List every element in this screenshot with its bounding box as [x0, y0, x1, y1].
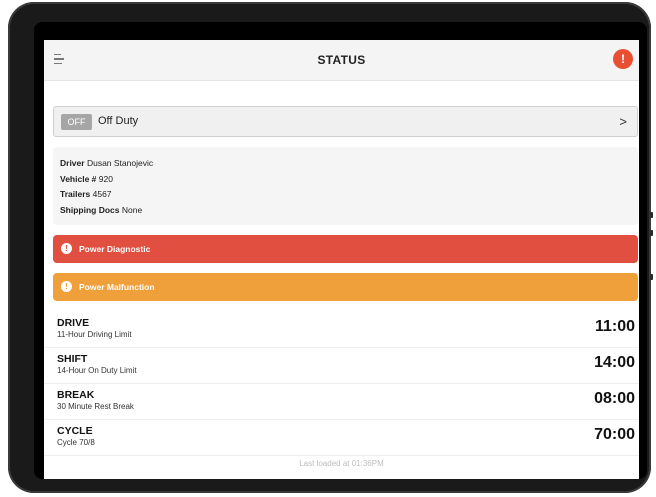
shipping-docs-label: Shipping Docs — [60, 204, 120, 215]
clock-name: SHIFT — [57, 353, 88, 365]
clock-description: 11-Hour Driving Limit — [57, 330, 132, 339]
trailers-row: Trailers 4567 — [60, 187, 631, 203]
warning-icon: ! — [61, 243, 72, 254]
duty-status-badge: OFF — [61, 114, 92, 130]
clock-row-shift: SHIFT 14-Hour On Duty Limit 14:00 — [44, 347, 639, 384]
power-malfunction-banner[interactable]: ! Power Malfunction — [53, 273, 638, 301]
clock-time: 14:00 — [594, 354, 635, 371]
clock-row-cycle: CYCLE Cycle 70/8 70:00 — [44, 419, 639, 456]
trailers-value: 4567 — [92, 189, 112, 199]
driver-row: Driver Dusan Stanojevic — [60, 156, 631, 172]
vehicle-label: Vehicle # — [60, 173, 97, 184]
vehicle-value: 920 — [98, 173, 113, 184]
last-loaded-text: Last loaded at 01:36PM — [299, 459, 384, 468]
vehicle-row: Vehicle # 920 — [60, 172, 631, 188]
driver-label: Driver — [60, 158, 85, 168]
driver-value: Dusan Stanojevic — [86, 158, 154, 168]
power-diagnostic-banner[interactable]: ! Power Diagnostic — [53, 235, 638, 263]
clock-description: 14-Hour On Duty Limit — [57, 366, 137, 375]
chevron-right-icon: > — [619, 114, 627, 129]
clock-row-drive: DRIVE 11-Hour Driving Limit 11:00 — [44, 311, 639, 348]
app-view: STATUS ! OFF Off Duty > Driver Dusan Sta… — [44, 40, 639, 479]
clock-name: DRIVE — [57, 317, 90, 329]
driver-info-card: Driver Dusan Stanojevic Vehicle # 920 Tr… — [53, 147, 638, 225]
clock-time: 11:00 — [594, 318, 635, 335]
banner-label: Power Malfunction — [79, 282, 155, 292]
clock-time: 70:00 — [594, 426, 635, 443]
shipping-docs-value: None — [121, 204, 143, 215]
page-title: STATUS — [317, 53, 366, 67]
side-button — [650, 212, 653, 218]
alert-icon[interactable]: ! — [613, 49, 633, 69]
side-button — [650, 274, 653, 280]
screen: STATUS ! OFF Off Duty > Driver Dusan Sta… — [34, 22, 647, 479]
warning-icon: ! — [61, 281, 72, 292]
clock-description: Cycle 70/8 — [57, 438, 95, 447]
clock-row-break: BREAK 30 Minute Rest Break 08:00 — [44, 383, 639, 420]
side-button — [650, 230, 653, 236]
banner-label: Power Diagnostic — [79, 244, 151, 254]
clock-name: CYCLE — [57, 425, 93, 437]
duty-status-selector[interactable]: OFF Off Duty > — [53, 106, 638, 137]
trailers-label: Trailers — [60, 189, 91, 199]
tablet-frame: STATUS ! OFF Off Duty > Driver Dusan Sta… — [8, 2, 653, 493]
clock-time: 08:00 — [594, 390, 635, 407]
duty-status-label: Off Duty — [98, 115, 139, 127]
shipping-docs-row: Shipping Docs None — [60, 203, 631, 219]
clock-description: 30 Minute Rest Break — [57, 402, 134, 411]
clock-name: BREAK — [57, 389, 95, 401]
top-bar: STATUS ! — [44, 40, 639, 81]
